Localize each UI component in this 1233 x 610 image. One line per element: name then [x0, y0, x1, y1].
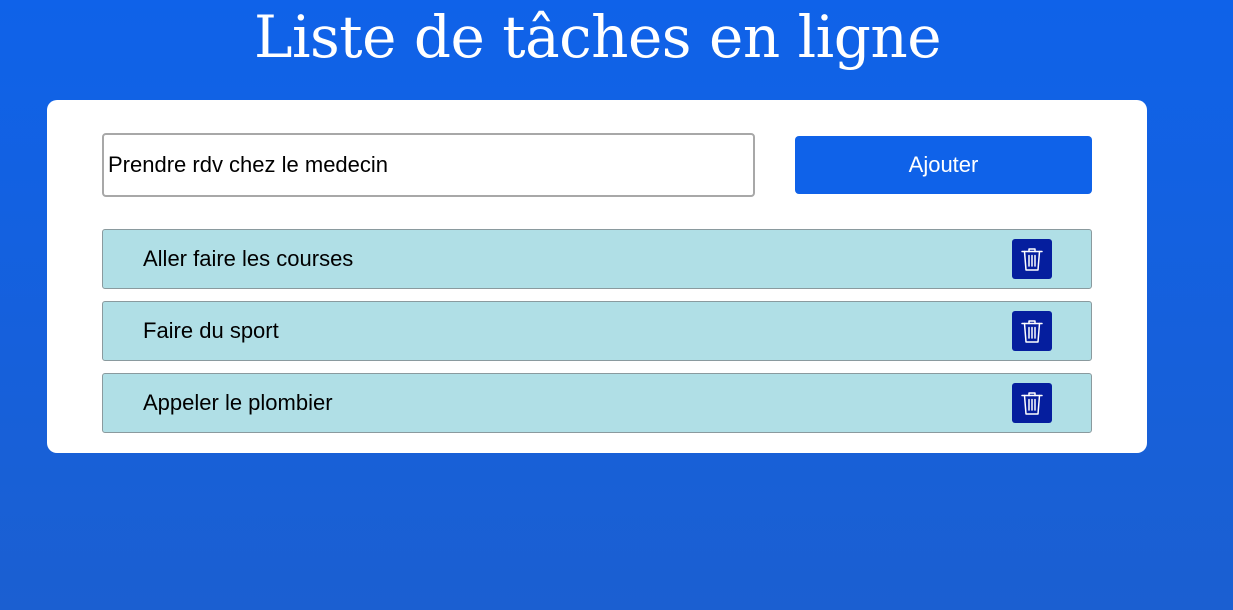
delete-task-button[interactable]	[1012, 311, 1052, 351]
delete-task-button[interactable]	[1012, 383, 1052, 423]
task-list: Aller faire les courses Faire du sport A…	[102, 229, 1092, 445]
trash-icon	[1021, 320, 1043, 343]
task-label: Appeler le plombier	[143, 390, 333, 415]
add-button[interactable]: Ajouter	[795, 136, 1092, 194]
delete-task-button[interactable]	[1012, 239, 1052, 279]
todo-card: Ajouter Aller faire les courses Faire du…	[47, 100, 1147, 453]
task-label: Faire du sport	[143, 318, 279, 343]
trash-icon	[1021, 248, 1043, 271]
task-label: Aller faire les courses	[143, 246, 354, 271]
task-item: Faire du sport	[102, 301, 1092, 361]
task-input[interactable]	[102, 133, 755, 197]
page-title: Liste de tâches en ligne	[253, 3, 942, 71]
task-item: Appeler le plombier	[102, 373, 1092, 433]
trash-icon	[1021, 392, 1043, 415]
task-item: Aller faire les courses	[102, 229, 1092, 289]
